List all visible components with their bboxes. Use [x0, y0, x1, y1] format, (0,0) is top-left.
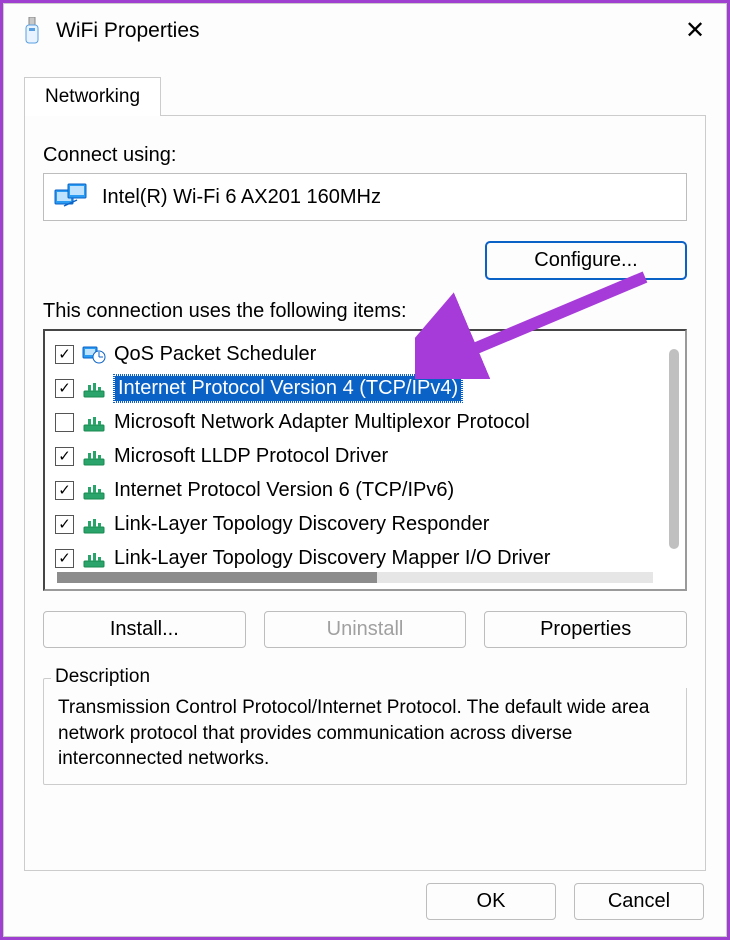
protocol-row[interactable]: Internet Protocol Version 4 (TCP/IPv4): [53, 371, 677, 405]
protocol-icon: [82, 445, 106, 467]
network-adapter-icon: [54, 182, 90, 212]
description-label: Description: [51, 666, 687, 688]
protocol-label: QoS Packet Scheduler: [114, 343, 316, 366]
cancel-button[interactable]: Cancel: [574, 883, 704, 920]
protocol-checkbox[interactable]: [55, 515, 74, 534]
protocol-row[interactable]: Link-Layer Topology Discovery Responder: [53, 507, 677, 541]
protocol-icon: [82, 513, 106, 535]
protocol-label: Internet Protocol Version 4 (TCP/IPv4): [114, 375, 462, 402]
items-label: This connection uses the following items…: [43, 300, 687, 323]
window-title: WiFi Properties: [56, 19, 672, 43]
tabbar: Networking: [24, 70, 706, 116]
close-button[interactable]: ✕: [672, 8, 718, 54]
description-box: Transmission Control Protocol/Internet P…: [43, 678, 687, 785]
protocol-icon: [82, 411, 106, 433]
protocol-row[interactable]: Internet Protocol Version 6 (TCP/IPv6): [53, 473, 677, 507]
protocol-icon: [82, 547, 106, 569]
install-button[interactable]: Install...: [43, 611, 246, 648]
protocol-row[interactable]: QoS Packet Scheduler: [53, 337, 677, 371]
ok-button[interactable]: OK: [426, 883, 556, 920]
tab-panel: Connect using: Intel(R) Wi-Fi 6 AX201 16…: [24, 116, 706, 871]
protocol-checkbox[interactable]: [55, 379, 74, 398]
protocol-label: Microsoft Network Adapter Multiplexor Pr…: [114, 411, 530, 434]
protocols-listbox[interactable]: QoS Packet Scheduler Internet Protocol Ve…: [43, 329, 687, 591]
protocol-label: Link-Layer Topology Discovery Mapper I/O…: [114, 547, 550, 570]
vertical-scrollbar[interactable]: [669, 349, 679, 549]
protocol-label: Internet Protocol Version 6 (TCP/IPv6): [114, 479, 454, 502]
configure-button[interactable]: Configure...: [485, 241, 687, 280]
tab-networking[interactable]: Networking: [24, 77, 161, 116]
protocol-buttons-row: Install... Uninstall Properties: [43, 611, 687, 648]
adapter-box: Intel(R) Wi-Fi 6 AX201 160MHz: [43, 173, 687, 221]
protocol-icon: [82, 377, 106, 399]
protocol-checkbox[interactable]: [55, 447, 74, 466]
uninstall-button: Uninstall: [264, 611, 467, 648]
protocol-label: Link-Layer Topology Discovery Responder: [114, 513, 489, 536]
protocol-checkbox[interactable]: [55, 549, 74, 568]
adapter-dongle-icon: [18, 14, 46, 48]
dialog-content: Networking Connect using: Intel(R) Wi-Fi…: [4, 58, 726, 936]
protocol-label: Microsoft LLDP Protocol Driver: [114, 445, 388, 468]
close-icon: ✕: [685, 19, 705, 43]
titlebar: WiFi Properties ✕: [4, 4, 726, 58]
protocol-row[interactable]: Link-Layer Topology Discovery Mapper I/O…: [53, 541, 677, 569]
qos-icon: [82, 343, 106, 365]
protocol-row[interactable]: Microsoft LLDP Protocol Driver: [53, 439, 677, 473]
protocol-checkbox[interactable]: [55, 481, 74, 500]
protocol-icon: [82, 479, 106, 501]
connect-using-label: Connect using:: [43, 144, 687, 167]
adapter-name: Intel(R) Wi-Fi 6 AX201 160MHz: [102, 186, 381, 209]
wifi-properties-window: WiFi Properties ✕ Networking Connect usi…: [3, 3, 727, 937]
horizontal-scrollbar[interactable]: [57, 572, 653, 583]
protocol-checkbox[interactable]: [55, 345, 74, 364]
dialog-buttons-row: OK Cancel: [24, 871, 706, 920]
protocol-row[interactable]: Microsoft Network Adapter Multiplexor Pr…: [53, 405, 677, 439]
properties-button[interactable]: Properties: [484, 611, 687, 648]
protocol-checkbox[interactable]: [55, 413, 74, 432]
